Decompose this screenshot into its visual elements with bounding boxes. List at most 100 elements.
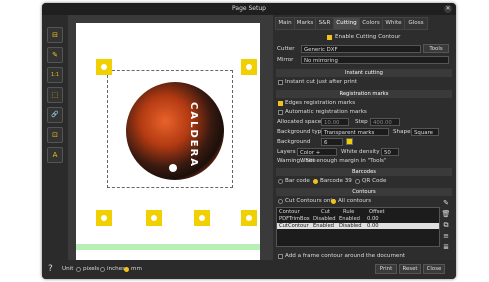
mirror-select[interactable]: No mirroring bbox=[301, 56, 449, 64]
table-row[interactable]: PDFTrimBox Disabled Enabled 0.00 bbox=[277, 216, 439, 222]
delete-contour-icon[interactable]: 🗑 bbox=[441, 210, 451, 218]
add-frame-checkbox[interactable] bbox=[278, 254, 283, 259]
table-row-selected[interactable]: CutContour Enabled Disabled 0.00 bbox=[277, 223, 439, 229]
preview-area: CALDERA bbox=[68, 15, 273, 260]
close-button[interactable]: Close bbox=[423, 264, 445, 274]
help-icon[interactable]: ? bbox=[48, 264, 53, 274]
disc-hole bbox=[169, 164, 177, 172]
tab-step-repeat[interactable]: S&R bbox=[315, 17, 334, 30]
tab-main[interactable]: Main bbox=[275, 17, 295, 30]
edges-reg-checkbox[interactable] bbox=[278, 101, 283, 106]
actual-size-icon[interactable]: 1:1 bbox=[47, 67, 63, 83]
shape-label: Shape bbox=[393, 129, 411, 135]
instant-cutting-section: Instant cutting bbox=[276, 69, 452, 77]
title-bar: Page Setup ✕ bbox=[42, 3, 456, 15]
barcode-radio[interactable] bbox=[278, 179, 283, 184]
instant-cut-label: Instant cut just after print bbox=[285, 79, 357, 85]
tool-column: ⊟ ✎ 1:1 ⬚ 🔗 ⊡ A bbox=[42, 15, 68, 279]
cut-contours-only-radio[interactable] bbox=[278, 199, 283, 204]
cell-rule: Disabled bbox=[339, 223, 362, 229]
auto-reg-checkbox[interactable] bbox=[278, 110, 283, 115]
cell-contour: CutContour bbox=[279, 223, 309, 229]
all-contours-radio[interactable] bbox=[331, 199, 336, 204]
tools-button[interactable]: Tools bbox=[423, 44, 449, 53]
contours-section: Contours bbox=[276, 188, 452, 196]
col-contour: Contour bbox=[279, 209, 300, 215]
settings-pane: Main Marks S&R Cutting Colors White Glos… bbox=[273, 15, 456, 265]
col-offset: Offset bbox=[369, 209, 385, 215]
reg-mark-bottom-right bbox=[241, 210, 257, 226]
shape-select[interactable]: Square bbox=[411, 128, 439, 136]
unit-mm-label: mm bbox=[131, 266, 142, 272]
allocated-space-input[interactable]: 10.00 bbox=[321, 118, 349, 126]
layers-select[interactable]: Color + White bbox=[297, 148, 337, 164]
cell-offset: 0.00 bbox=[367, 216, 379, 222]
cutter-select[interactable]: Generic DXF bbox=[301, 45, 421, 53]
unit-pixels-radio[interactable] bbox=[76, 267, 81, 272]
cell-offset: 0.00 bbox=[367, 223, 379, 229]
add-frame-label: Add a frame contour around the document bbox=[285, 253, 406, 259]
unit-inches-radio[interactable] bbox=[100, 267, 105, 272]
background-label: Background bbox=[277, 139, 311, 145]
artwork-disc[interactable]: CALDERA bbox=[126, 82, 224, 180]
text-icon[interactable]: A bbox=[47, 147, 63, 163]
barcode39-label: Barcode 39 bbox=[320, 178, 352, 184]
reset-button[interactable]: Reset bbox=[399, 264, 421, 274]
tab-colors[interactable]: Colors bbox=[359, 17, 383, 30]
table-header: Contour Cut Rule Offset bbox=[277, 209, 439, 215]
white-density-input[interactable]: 50 bbox=[381, 148, 399, 156]
unit-pixels-label: pixels bbox=[83, 266, 100, 272]
step-input[interactable]: 400.00 bbox=[370, 118, 400, 126]
instant-cut-checkbox[interactable] bbox=[278, 80, 283, 85]
reg-mark-bottom-left bbox=[96, 210, 112, 226]
white-density-label: White density bbox=[341, 149, 380, 155]
background-input[interactable]: 6 bbox=[321, 138, 343, 146]
unit-mm-radio[interactable] bbox=[124, 267, 129, 272]
tab-gloss[interactable]: Gloss bbox=[404, 17, 428, 30]
step-label: Step bbox=[355, 119, 368, 125]
cell-cut: Disabled bbox=[313, 216, 336, 222]
close-icon[interactable]: ✕ bbox=[444, 5, 452, 13]
cell-contour: PDFTrimBox bbox=[279, 216, 310, 222]
col-cut: Cut bbox=[321, 209, 330, 215]
edit-icon[interactable]: ✎ bbox=[47, 47, 63, 63]
cutter-label: Cutter bbox=[277, 46, 295, 52]
preview-sheet: CALDERA bbox=[76, 23, 260, 260]
barcode39-radio[interactable] bbox=[313, 179, 318, 184]
enable-cutting-checkbox[interactable] bbox=[327, 35, 332, 40]
reg-mark-bottom-mid-left bbox=[146, 210, 162, 226]
enable-cutting-label: Enable Cutting Contour bbox=[335, 34, 401, 40]
barcode-label: Bar code bbox=[285, 178, 310, 184]
qrcode-radio[interactable] bbox=[355, 179, 360, 184]
tab-marks[interactable]: Marks bbox=[294, 17, 316, 30]
edit-contour-icon[interactable]: ✎ bbox=[441, 199, 451, 207]
edges-reg-label: Edges registration marks bbox=[285, 100, 356, 106]
tab-white[interactable]: White bbox=[382, 17, 405, 30]
background-color-swatch[interactable] bbox=[346, 138, 353, 145]
auto-reg-label: Automatic registration marks bbox=[285, 109, 367, 115]
unit-inches-label: inches bbox=[107, 266, 126, 272]
allocated-space-label: Allocated space bbox=[277, 119, 322, 125]
cut-contours-only-label: Cut Contours only bbox=[285, 198, 336, 204]
tab-cutting[interactable]: Cutting bbox=[333, 17, 360, 30]
crop-icon[interactable]: ⊡ bbox=[47, 127, 63, 143]
mirror-label: Mirror bbox=[277, 57, 294, 63]
background-type-label: Background type bbox=[277, 129, 325, 135]
copy-contour-icon[interactable]: ⧉ bbox=[441, 221, 451, 229]
list-down-icon[interactable]: ≣ bbox=[441, 243, 451, 251]
window-title: Page Setup bbox=[232, 5, 266, 12]
reg-mark-top-right bbox=[241, 59, 257, 75]
layers-label: Layers bbox=[277, 149, 296, 155]
list-up-icon[interactable]: ≡ bbox=[441, 232, 451, 240]
margin-warning: Warning : Set enough margin in "Tools" bbox=[277, 158, 387, 164]
layout-icon[interactable]: ⊟ bbox=[47, 27, 63, 43]
print-button[interactable]: Print bbox=[375, 264, 397, 274]
background-type-select[interactable]: Transparent marks bbox=[321, 128, 389, 136]
unit-label: Unit bbox=[62, 266, 74, 272]
reg-mark-top-left bbox=[96, 59, 112, 75]
disc-logo-text: CALDERA bbox=[188, 102, 199, 169]
fit-icon[interactable]: ⬚ bbox=[47, 87, 63, 103]
page-setup-window: Page Setup ✕ ⊟ ✎ 1:1 ⬚ 🔗 ⊡ A CALDERA Mai bbox=[42, 3, 456, 279]
link-icon[interactable]: 🔗 bbox=[47, 107, 63, 123]
all-contours-label: All contours bbox=[338, 198, 372, 204]
